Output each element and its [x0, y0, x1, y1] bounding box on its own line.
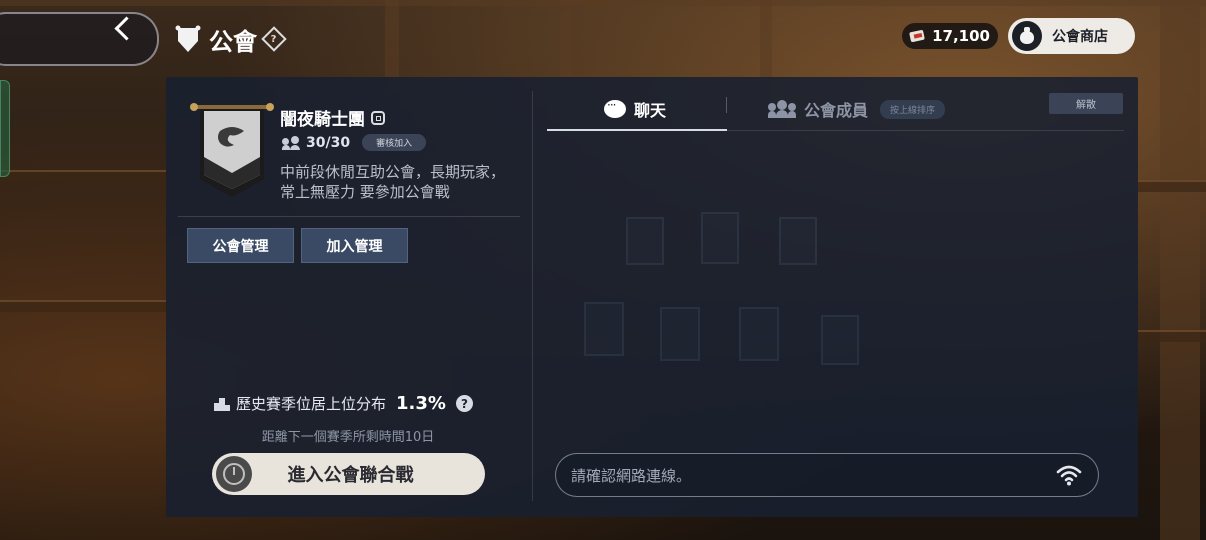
bg-frame [821, 315, 859, 365]
bg-pillar [1160, 0, 1200, 540]
panel-divider [532, 91, 533, 501]
join-manage-button[interactable]: 加入管理 [301, 228, 408, 263]
tab-separator [726, 97, 727, 113]
guild-shop-button[interactable]: 公會商店 [1008, 18, 1135, 54]
side-tab[interactable] [0, 80, 10, 177]
guild-banner-icon [190, 103, 274, 197]
tab-members-label: 公會成員 [804, 101, 869, 120]
money-bag-icon [1012, 21, 1042, 51]
guild-panel: 闇夜騎士團 30/30 審核加入 中前段休閒互助公會，長期玩家，常上無壓力 要參… [166, 77, 1138, 517]
members-icon [768, 100, 796, 118]
sort-chip[interactable]: 按上線排序 [880, 99, 946, 119]
guild-shield-icon [175, 25, 201, 52]
back-button[interactable] [0, 12, 159, 66]
currency-display: 17,100 [902, 23, 998, 49]
season-timer: 距離下一個賽季所剩時間10日 [261, 430, 435, 445]
bg-frame [701, 212, 739, 264]
members-icon [282, 135, 300, 150]
bg-shelf [1138, 330, 1206, 342]
wifi-icon [1056, 465, 1082, 486]
bg-frame [739, 307, 779, 361]
guild-name: 闇夜騎士團 [280, 110, 365, 130]
bg-frame [626, 217, 664, 265]
divider [178, 216, 520, 217]
guild-shop-label: 公會商店 [1052, 29, 1108, 45]
guild-war-button[interactable]: 進入公會聯合戰 [212, 453, 485, 495]
page-header: 公會 ? [175, 22, 287, 56]
ticket-icon [909, 29, 925, 43]
clock-icon [216, 456, 252, 492]
guild-manage-button[interactable]: 公會管理 [187, 228, 294, 263]
bg-shelf [0, 170, 166, 182]
chat-bubble-icon [604, 98, 626, 118]
guild-war-label: 進入公會聯合戰 [287, 465, 414, 486]
help-icon[interactable]: ? [455, 395, 473, 412]
bg-shelf [1138, 180, 1206, 192]
bg-frame [779, 217, 817, 265]
page-title: 公會 [209, 27, 257, 56]
tab-chat[interactable]: 聊天 [604, 91, 666, 127]
bg-pillar [385, 0, 399, 78]
copy-icon[interactable] [371, 110, 385, 125]
member-count: 30/30 [306, 134, 351, 151]
bg-beam [0, 0, 1206, 6]
currency-value: 17,100 [932, 27, 990, 45]
tab-members[interactable]: 公會成員 按上線排序 [768, 91, 946, 127]
guild-description: 中前段休閒互助公會，長期玩家，常上無壓力 要參加公會戰 [280, 163, 506, 201]
bg-frame [660, 307, 700, 361]
rank-value: 1.3% [396, 393, 446, 414]
join-type-badge: 審核加入 [362, 134, 427, 151]
member-row: 30/30 審核加入 [282, 134, 427, 151]
active-tab-indicator [547, 129, 727, 131]
season-rank-row: 歷史賽季位居上位分布 1.3% ? [214, 393, 473, 414]
guild-name-row: 闇夜騎士團 [280, 105, 385, 130]
podium-icon [214, 397, 230, 411]
chat-placeholder: 請確認網路連線。 [571, 466, 692, 485]
bg-pillar [760, 0, 772, 78]
help-icon[interactable]: ? [261, 26, 287, 52]
chat-input[interactable]: 請確認網路連線。 [555, 453, 1099, 497]
disband-button[interactable]: 解散 [1049, 93, 1123, 114]
rank-label: 歷史賽季位居上位分布 [236, 395, 387, 413]
bg-shelf [0, 300, 166, 312]
bg-pillar [560, 0, 572, 78]
bg-frame [584, 302, 624, 356]
tab-chat-label: 聊天 [634, 101, 667, 120]
